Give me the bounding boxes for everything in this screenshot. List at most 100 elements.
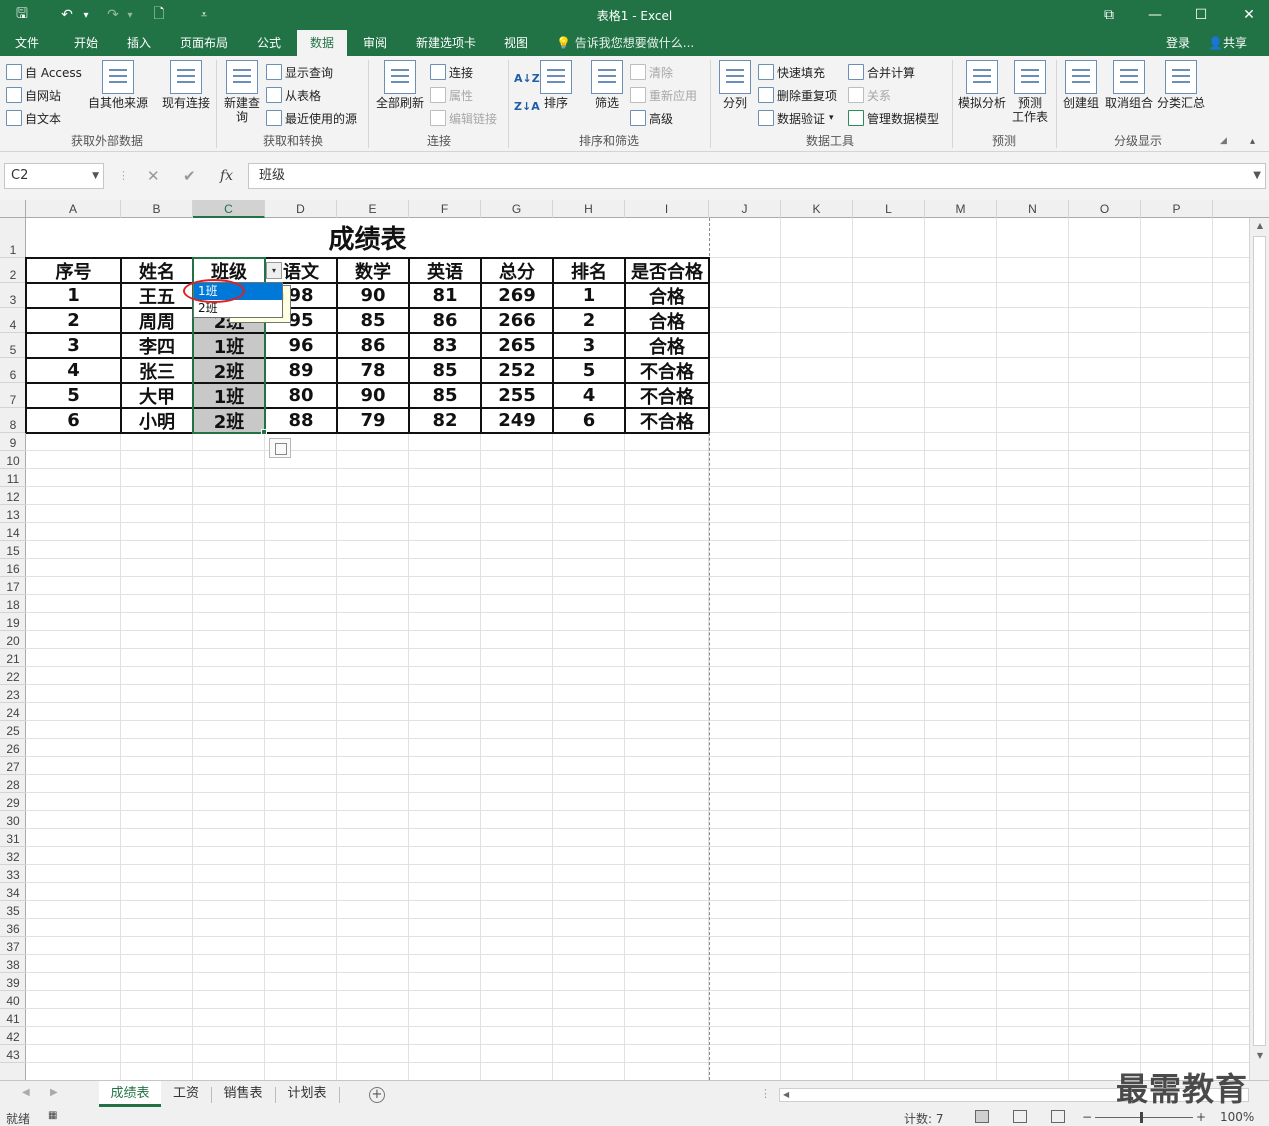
column-header[interactable]: H: [553, 200, 625, 218]
table-cell[interactable]: 81: [409, 283, 481, 308]
table-cell[interactable]: 王五: [121, 283, 193, 308]
row-header[interactable]: 7: [0, 383, 26, 408]
table-cell[interactable]: 2: [553, 308, 625, 333]
table-cell[interactable]: 大甲: [121, 383, 193, 408]
share-button[interactable]: 👤共享: [1208, 30, 1247, 56]
recent-sources-button[interactable]: 最近使用的源: [266, 108, 357, 128]
table-cell[interactable]: 合格: [625, 283, 709, 308]
table-cell[interactable]: 6: [553, 408, 625, 433]
column-header[interactable]: E: [337, 200, 409, 218]
row-header[interactable]: 27: [0, 757, 26, 775]
row-header[interactable]: 25: [0, 721, 26, 739]
column-header[interactable]: B: [121, 200, 193, 218]
properties-button[interactable]: 属性: [430, 85, 473, 105]
tab-insert[interactable]: 插入: [114, 30, 164, 56]
row-header[interactable]: 30: [0, 811, 26, 829]
table-cell[interactable]: 85: [337, 308, 409, 333]
row-header[interactable]: 17: [0, 577, 26, 595]
cells-area[interactable]: 成绩表序号姓名班级语文数学英语总分排名是否合格1王五1班9890812691合格…: [25, 218, 1249, 1080]
table-cell[interactable]: 3: [26, 333, 121, 358]
zoom-slider-thumb[interactable]: [1140, 1112, 1143, 1123]
sort-descending-button[interactable]: Z↓A: [514, 96, 540, 116]
sheet-tab-sales[interactable]: 销售表: [214, 1081, 272, 1107]
row-header[interactable]: 6: [0, 358, 26, 383]
edit-links-button[interactable]: 编辑链接: [430, 108, 497, 128]
connections-button[interactable]: 连接: [430, 62, 473, 82]
close-icon[interactable]: ✕: [1234, 4, 1264, 26]
tab-new[interactable]: 新建选项卡: [406, 30, 486, 56]
page-break-view-icon[interactable]: [1051, 1110, 1065, 1123]
ungroup-button[interactable]: 取消组合: [1104, 60, 1154, 110]
table-header-cell[interactable]: 序号: [26, 258, 121, 283]
table-cell[interactable]: 86: [337, 333, 409, 358]
row-header[interactable]: 36: [0, 919, 26, 937]
row-header[interactable]: 28: [0, 775, 26, 793]
minimize-icon[interactable]: —: [1140, 4, 1170, 26]
zoom-in-button[interactable]: +: [1196, 1110, 1206, 1124]
row-header[interactable]: 3: [0, 283, 26, 308]
column-header[interactable]: O: [1069, 200, 1141, 218]
table-cell[interactable]: 不合格: [625, 358, 709, 383]
show-queries-button[interactable]: 显示查询: [266, 62, 333, 82]
row-header[interactable]: 38: [0, 955, 26, 973]
row-header[interactable]: 18: [0, 595, 26, 613]
new-query-button[interactable]: 新建查询: [222, 60, 262, 124]
formula-input[interactable]: 班级 ▼: [248, 163, 1266, 189]
row-header[interactable]: 16: [0, 559, 26, 577]
zoom-level[interactable]: 100%: [1220, 1110, 1254, 1124]
expand-formula-icon[interactable]: ▼: [1253, 164, 1261, 188]
column-header[interactable]: I: [625, 200, 709, 218]
forecast-sheet-button[interactable]: 预测 工作表: [1010, 60, 1050, 124]
table-cell[interactable]: 2: [26, 308, 121, 333]
add-sheet-button[interactable]: +: [369, 1087, 385, 1103]
row-header[interactable]: 22: [0, 667, 26, 685]
table-cell[interactable]: 5: [26, 383, 121, 408]
row-header[interactable]: 21: [0, 649, 26, 667]
consolidate-button[interactable]: 合并计算: [848, 62, 915, 82]
table-header-cell[interactable]: 排名: [553, 258, 625, 283]
ribbon-display-icon[interactable]: ⧉: [1094, 4, 1124, 26]
table-cell[interactable]: 83: [409, 333, 481, 358]
scroll-left-icon[interactable]: ◀: [783, 1089, 789, 1101]
table-cell[interactable]: 80: [265, 383, 337, 408]
insert-function-icon[interactable]: fx: [220, 163, 233, 189]
validation-dropdown-button[interactable]: ▾: [266, 262, 282, 279]
column-header[interactable]: G: [481, 200, 553, 218]
sheet-tab-plan[interactable]: 计划表: [278, 1081, 336, 1107]
table-cell[interactable]: 79: [337, 408, 409, 433]
subtotal-button[interactable]: 分类汇总: [1156, 60, 1206, 110]
table-cell[interactable]: 1: [553, 283, 625, 308]
table-cell[interactable]: 张三: [121, 358, 193, 383]
what-if-analysis-button[interactable]: 模拟分析: [956, 60, 1008, 110]
name-box[interactable]: C2 ▼: [4, 163, 104, 189]
table-cell[interactable]: 82: [409, 408, 481, 433]
refresh-all-button[interactable]: 全部刷新: [374, 60, 426, 110]
from-access-button[interactable]: 自 Access: [6, 62, 82, 82]
table-cell[interactable]: 249: [481, 408, 553, 433]
row-header[interactable]: 2: [0, 258, 26, 283]
select-all-corner[interactable]: [0, 200, 26, 218]
row-header[interactable]: 8: [0, 408, 26, 433]
row-header[interactable]: 19: [0, 613, 26, 631]
table-cell[interactable]: 269: [481, 283, 553, 308]
scroll-thumb[interactable]: [1253, 236, 1266, 1046]
tell-me-box[interactable]: 💡 告诉我您想要做什么...: [556, 30, 694, 56]
row-header[interactable]: 9: [0, 433, 26, 451]
table-cell[interactable]: 96: [265, 333, 337, 358]
tab-formulas[interactable]: 公式: [244, 30, 294, 56]
table-cell[interactable]: 不合格: [625, 408, 709, 433]
next-sheet-icon[interactable]: ▶: [50, 1087, 58, 1098]
row-header[interactable]: 24: [0, 703, 26, 721]
row-header[interactable]: 31: [0, 829, 26, 847]
row-header[interactable]: 40: [0, 991, 26, 1009]
from-table-button[interactable]: 从表格: [266, 85, 321, 105]
table-header-cell[interactable]: 姓名: [121, 258, 193, 283]
tab-data[interactable]: 数据: [297, 30, 347, 56]
row-header[interactable]: 29: [0, 793, 26, 811]
row-header[interactable]: 23: [0, 685, 26, 703]
row-header[interactable]: 12: [0, 487, 26, 505]
scroll-down-icon[interactable]: ▼: [1250, 1048, 1269, 1064]
data-validation-button[interactable]: 数据验证 ▾: [758, 108, 834, 128]
row-header[interactable]: 34: [0, 883, 26, 901]
existing-connections-button[interactable]: 现有连接: [158, 60, 214, 110]
